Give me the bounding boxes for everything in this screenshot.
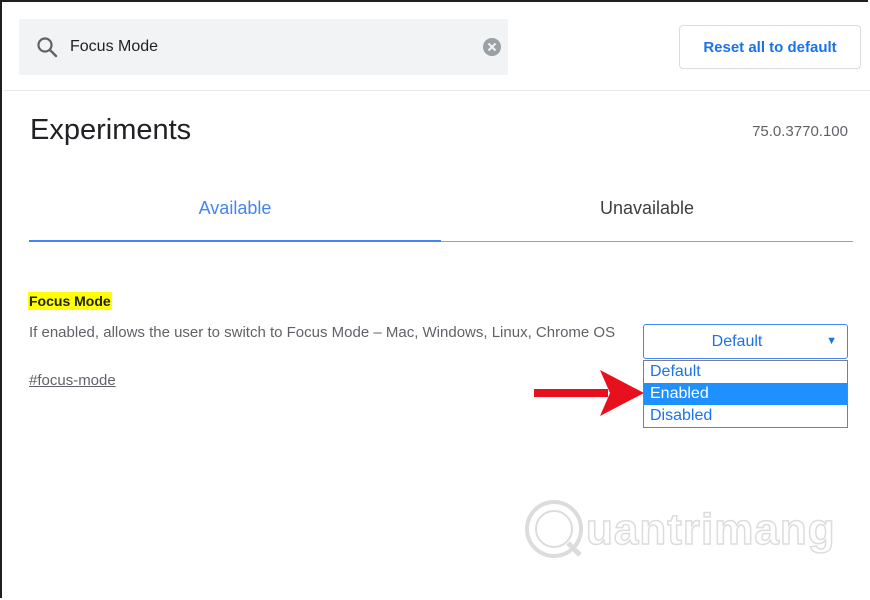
dropdown-arrow-icon: ▼ <box>826 335 837 347</box>
clear-icon[interactable] <box>482 37 502 57</box>
select-value: Default <box>711 333 763 350</box>
tab-available[interactable]: Available <box>29 198 441 219</box>
watermark-logo-icon <box>525 500 583 558</box>
red-arrow-icon <box>534 370 644 416</box>
experiment-name: Focus Mode <box>28 292 112 310</box>
flags-page: Focus Mode Reset all to default Experime… <box>0 0 870 598</box>
option-disabled[interactable]: Disabled <box>644 405 847 427</box>
tab-unavailable[interactable]: Unavailable <box>441 198 853 219</box>
option-enabled[interactable]: Enabled <box>644 383 847 405</box>
select-dropdown-list: Default Enabled Disabled <box>643 360 848 428</box>
active-tab-indicator <box>29 240 441 242</box>
search-input[interactable]: Focus Mode <box>70 37 158 57</box>
option-default[interactable]: Default <box>644 361 847 383</box>
tab-divider <box>441 241 853 242</box>
watermark: uantrimang <box>522 487 835 577</box>
search-bar[interactable]: Focus Mode <box>19 19 508 75</box>
experiment-description: If enabled, allows the user to switch to… <box>29 324 616 341</box>
watermark-text: uantrimang <box>585 504 836 555</box>
version-label: 75.0.3770.100 <box>752 123 848 140</box>
header-divider <box>4 90 870 91</box>
experiment-select[interactable]: Default ▼ <box>643 324 848 359</box>
page-title: Experiments <box>30 114 192 146</box>
search-icon <box>37 37 58 58</box>
experiment-link[interactable]: #focus-mode <box>29 372 116 389</box>
reset-all-button[interactable]: Reset all to default <box>679 25 861 69</box>
